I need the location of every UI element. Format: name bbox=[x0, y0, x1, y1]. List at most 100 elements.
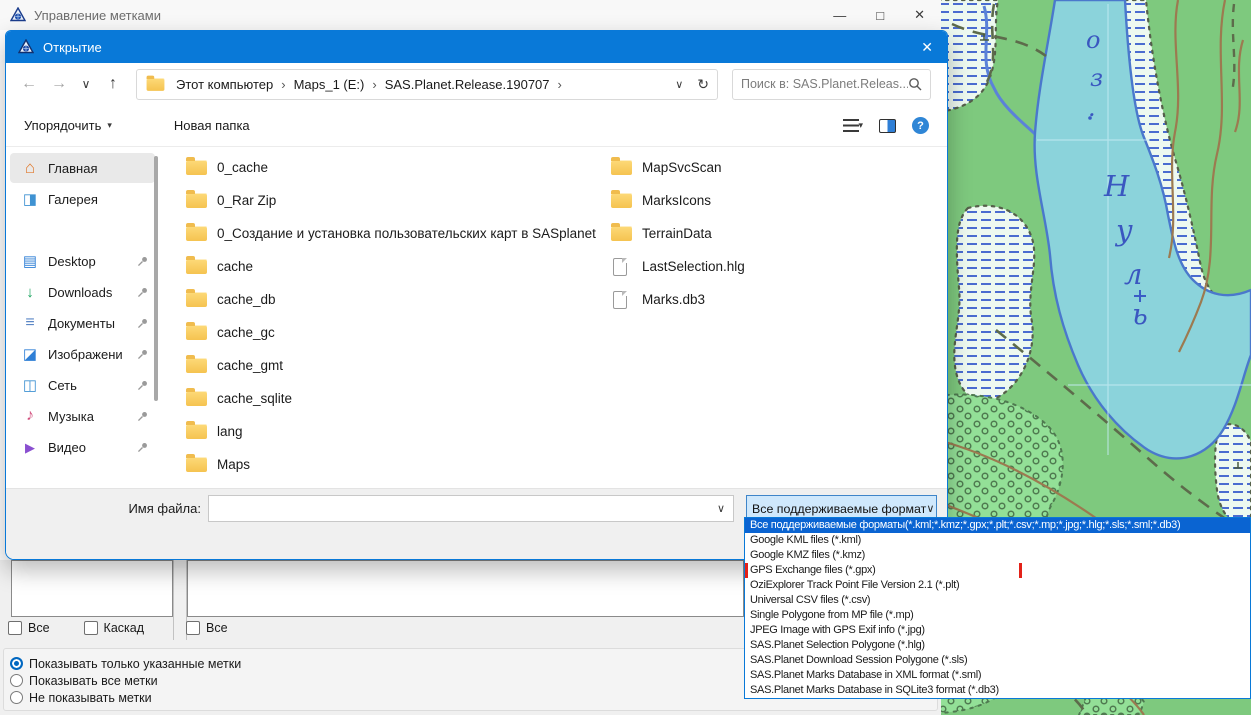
pin-icon[interactable] bbox=[136, 348, 149, 361]
filetype-option[interactable]: Все поддерживаемые форматы(*.kml;*.kmz;*… bbox=[745, 518, 1250, 533]
search-input[interactable] bbox=[741, 77, 908, 91]
file-row[interactable]: MarksIcons bbox=[611, 184, 941, 217]
sidebar-item[interactable]: Изображени bbox=[10, 339, 155, 369]
forward-button[interactable]: → bbox=[44, 75, 74, 93]
filetype-option[interactable]: GPS Exchange files (*.gpx) bbox=[745, 563, 1250, 578]
item-icon bbox=[186, 391, 208, 406]
checkbox-item[interactable]: Каскад bbox=[84, 620, 144, 636]
filetype-option[interactable]: Universal CSV files (*.csv) bbox=[745, 593, 1250, 608]
checkbox-item[interactable]: Все bbox=[8, 620, 50, 636]
file-row[interactable]: lang bbox=[186, 415, 606, 448]
file-row[interactable]: TerrainData bbox=[611, 217, 941, 250]
file-row[interactable]: Marks.db3 bbox=[611, 283, 941, 316]
file-name: lang bbox=[217, 424, 243, 439]
filetype-option-label: GPS Exchange files (*.gpx) bbox=[750, 564, 875, 576]
sidebar-item[interactable]: Музыка bbox=[10, 401, 155, 431]
search-box[interactable] bbox=[732, 69, 931, 100]
up-button[interactable]: ↑ bbox=[98, 75, 128, 93]
file-row[interactable]: 0_Rar Zip bbox=[186, 184, 606, 217]
pin-icon[interactable] bbox=[136, 379, 149, 392]
filetype-option-label: Google KMZ files (*.kmz) bbox=[750, 549, 865, 561]
marks-category-listbox[interactable] bbox=[11, 560, 173, 617]
filename-input[interactable] bbox=[209, 496, 717, 521]
organize-button[interactable]: Упорядочить bbox=[24, 118, 112, 133]
close-button[interactable]: ✕ bbox=[914, 7, 925, 23]
dialog-toolbar: Упорядочить Новая папка ▾ bbox=[6, 105, 947, 147]
back-button[interactable]: ← bbox=[14, 75, 44, 93]
filetype-option-label: SAS.Planet Selection Polygone (*.hlg) bbox=[750, 639, 925, 651]
sidebar-item-icon bbox=[20, 345, 40, 363]
file-name: 0_Rar Zip bbox=[217, 193, 276, 208]
checkbox-item[interactable]: Все bbox=[186, 620, 228, 636]
recent-locations-button[interactable]: ∨ bbox=[74, 77, 98, 91]
filetype-option-label: Все поддерживаемые форматы(*.kml;*.kmz;*… bbox=[750, 519, 1180, 531]
maximize-button[interactable]: □ bbox=[876, 8, 884, 23]
filename-combobox[interactable]: ∨ bbox=[208, 495, 734, 522]
sidebar-item[interactable]: Downloads bbox=[10, 277, 155, 307]
file-row[interactable]: cache_db bbox=[186, 283, 606, 316]
sidebar-item-icon bbox=[20, 314, 40, 332]
file-row[interactable]: cache_sqlite bbox=[186, 382, 606, 415]
panel-divider bbox=[173, 560, 174, 640]
pin-icon[interactable] bbox=[136, 317, 149, 330]
file-row[interactable]: Maps bbox=[186, 448, 606, 481]
file-row[interactable]: LastSelection.hlg bbox=[611, 250, 941, 283]
pin-icon[interactable] bbox=[136, 286, 149, 299]
sidebar-scrollbar[interactable] bbox=[154, 156, 158, 401]
minimize-button[interactable]: — bbox=[833, 8, 846, 23]
filetype-option[interactable]: Google KMZ files (*.kmz) bbox=[745, 548, 1250, 563]
checkbox bbox=[186, 621, 200, 635]
file-row[interactable]: 0_cache bbox=[186, 151, 606, 184]
file-browser-body: Главная Галерея Desktop bbox=[6, 148, 947, 488]
sidebar-item[interactable]: Галерея bbox=[10, 184, 155, 214]
file-name: 0_Создание и установка пользовательских … bbox=[217, 226, 596, 241]
address-dropdown-icon[interactable]: ∨ bbox=[675, 78, 683, 91]
address-bar[interactable]: Этот компьютер Maps_1 (E:) SAS.Planet.Re… bbox=[136, 69, 718, 100]
sidebar-item-label: Desktop bbox=[48, 254, 136, 269]
radio-button bbox=[10, 657, 23, 670]
open-dialog: Открытие ✕ ← → ∨ ↑ Этот компьютер Maps_1… bbox=[5, 30, 948, 560]
svg-text:з: з bbox=[1090, 64, 1103, 92]
dialog-close-button[interactable]: ✕ bbox=[921, 39, 933, 56]
breadcrumb-folder[interactable]: SAS.Planet.Release.190707 bbox=[385, 77, 550, 92]
file-row[interactable]: 0_Создание и установка пользовательских … bbox=[186, 217, 606, 250]
file-name: cache_gmt bbox=[217, 358, 283, 373]
breadcrumb-drive[interactable]: Maps_1 (E:) bbox=[294, 77, 365, 92]
filetype-option[interactable]: JPEG Image with GPS Exif info (*.jpg) bbox=[745, 623, 1250, 638]
item-icon bbox=[611, 226, 633, 241]
item-icon bbox=[186, 424, 208, 439]
refresh-icon[interactable]: ↻ bbox=[697, 76, 709, 93]
chevron-down-icon[interactable]: ∨ bbox=[717, 502, 725, 515]
pin-icon[interactable] bbox=[136, 441, 149, 454]
pin-icon[interactable] bbox=[136, 410, 149, 423]
filetype-option[interactable]: SAS.Planet Marks Database in XML format … bbox=[745, 668, 1250, 683]
filename-label: Имя файла: bbox=[6, 501, 201, 516]
item-icon bbox=[186, 160, 208, 175]
file-row[interactable]: cache_gmt bbox=[186, 349, 606, 382]
search-icon bbox=[908, 77, 922, 91]
pin-icon[interactable] bbox=[136, 255, 149, 268]
sidebar-item[interactable]: Видео bbox=[10, 432, 155, 462]
file-row[interactable]: cache bbox=[186, 250, 606, 283]
sidebar-item[interactable]: Документы bbox=[10, 308, 155, 338]
radio-button bbox=[10, 674, 23, 687]
new-folder-button[interactable]: Новая папка bbox=[174, 118, 250, 133]
sidebar-item[interactable]: Desktop bbox=[10, 246, 155, 276]
file-row[interactable]: cache_gc bbox=[186, 316, 606, 349]
filetype-option[interactable]: SAS.Planet Marks Database in SQLite3 for… bbox=[745, 683, 1250, 698]
sidebar-item[interactable]: Главная bbox=[10, 153, 155, 183]
breadcrumb-this-pc[interactable]: Этот компьютер bbox=[176, 77, 273, 92]
preview-pane-icon[interactable] bbox=[879, 119, 896, 133]
filetype-option[interactable]: SAS.Planet Selection Polygone (*.hlg) bbox=[745, 638, 1250, 653]
chevron-down-icon: ▾ bbox=[858, 120, 863, 131]
filetype-option[interactable]: Google KML files (*.kml) bbox=[745, 533, 1250, 548]
filetype-option[interactable]: Single Polygone from MP file (*.mp) bbox=[745, 608, 1250, 623]
file-row[interactable]: MapSvcScan bbox=[611, 151, 941, 184]
filetype-option[interactable]: SAS.Planet Download Session Polygone (*.… bbox=[745, 653, 1250, 668]
marks-listbox[interactable] bbox=[187, 560, 744, 617]
help-icon[interactable] bbox=[912, 117, 929, 134]
view-mode-button[interactable]: ▾ bbox=[843, 119, 863, 132]
filetype-option[interactable]: OziExplorer Track Point File Version 2.1… bbox=[745, 578, 1250, 593]
sidebar-item[interactable]: Сеть bbox=[10, 370, 155, 400]
filetype-option-label: OziExplorer Track Point File Version 2.1… bbox=[750, 579, 959, 591]
